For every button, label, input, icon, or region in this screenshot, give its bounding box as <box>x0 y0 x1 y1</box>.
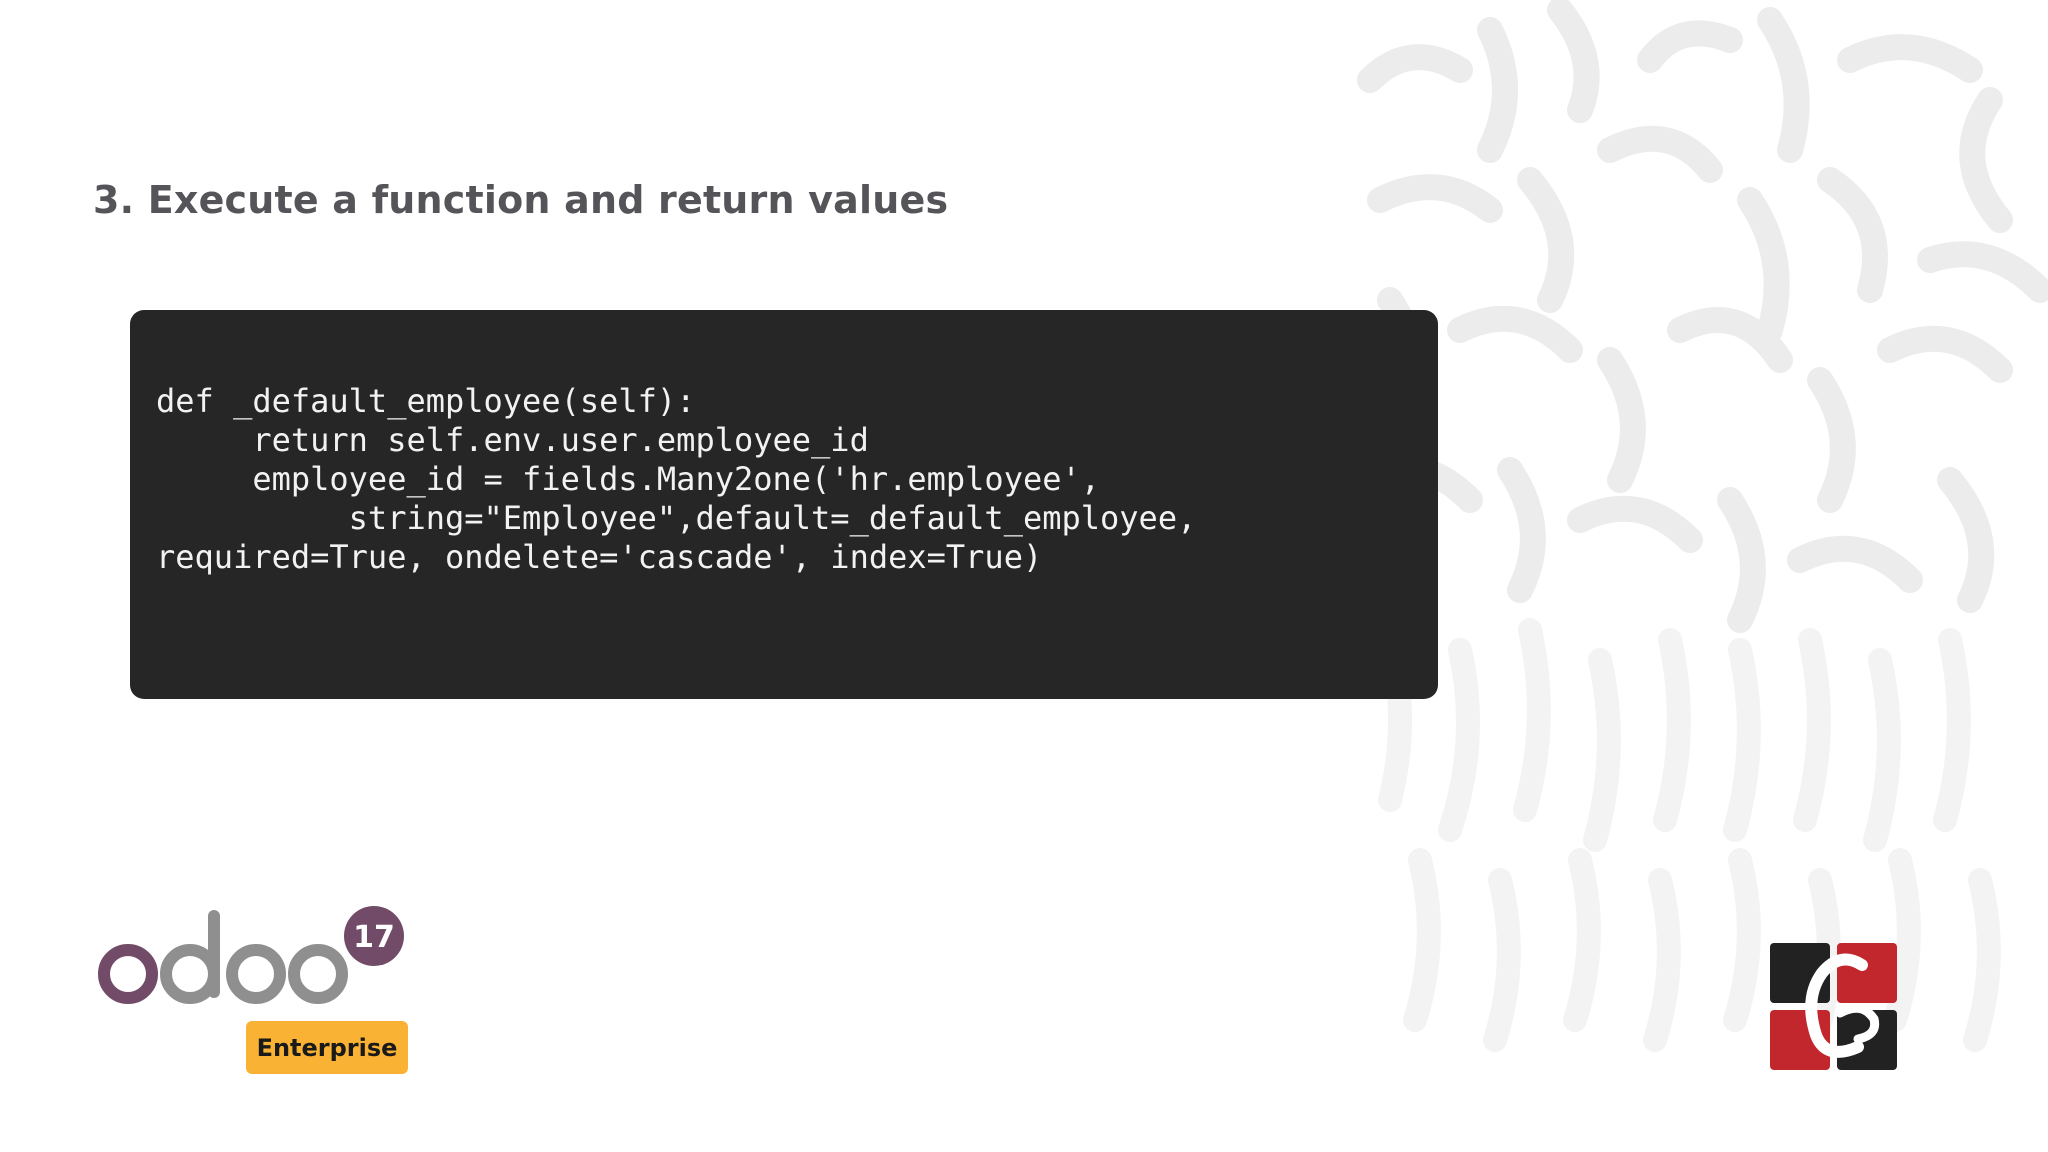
enterprise-badge: Enterprise <box>246 1021 408 1074</box>
odoo-logo-o1 <box>98 944 158 1004</box>
code-line: return self.env.user.employee_id <box>156 421 869 459</box>
code-line: required=True, ondelete='cascade', index… <box>156 538 1043 576</box>
version-number: 17 <box>353 920 395 955</box>
code-block: def _default_employee(self): return self… <box>130 310 1438 699</box>
odoo-logo-o3 <box>288 944 348 1004</box>
code-line: def _default_employee(self): <box>156 382 696 420</box>
background-pattern <box>1357 0 2048 1052</box>
code-line: string="Employee",default=_default_emplo… <box>156 499 1197 537</box>
odoo-logo-o2 <box>226 944 286 1004</box>
slide-title: 3. Execute a function and return values <box>93 178 949 222</box>
odoo-logo-d <box>160 944 220 1004</box>
odoo-logo-d-stem <box>208 910 220 998</box>
brand-logo <box>1770 943 1897 1070</box>
code-line: employee_id = fields.Many2one('hr.employ… <box>156 460 1101 498</box>
